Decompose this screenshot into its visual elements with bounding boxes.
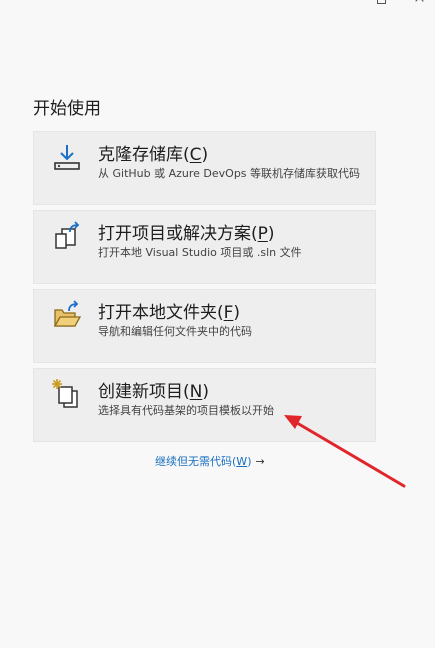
card-title: 创建新项目(N)	[98, 382, 209, 402]
card-title: 克隆存储库(C)	[98, 145, 209, 165]
card-description: 导航和编辑任何文件夹中的代码	[98, 325, 252, 338]
open-folder-icon	[52, 300, 82, 330]
continue-without-code-link[interactable]: 继续但无需代码(W) →	[155, 453, 265, 469]
open-folder-card[interactable]: 打开本地文件夹(F) 导航和编辑任何文件夹中的代码	[33, 289, 376, 363]
create-new-project-card[interactable]: 创建新项目(N) 选择具有代码基架的项目模板以开始	[33, 368, 376, 442]
card-title: 打开本地文件夹(F)	[98, 303, 241, 323]
window-controls	[375, 0, 427, 4]
clone-repository-card[interactable]: 克隆存储库(C) 从 GitHub 或 Azure DevOps 等联机存储库获…	[33, 131, 376, 205]
restore-icon[interactable]	[375, 0, 389, 4]
card-title: 打开项目或解决方案(P)	[98, 224, 275, 244]
new-project-icon	[52, 379, 82, 409]
arrow-right-icon: →	[255, 455, 265, 468]
card-description: 打开本地 Visual Studio 项目或 .sln 文件	[98, 246, 302, 259]
get-started-page: 开始使用 克隆存储库(C) 从 GitHub 或 Azure DevOps 等联…	[0, 0, 435, 648]
section-heading: 开始使用	[33, 99, 101, 119]
open-project-icon	[52, 221, 82, 251]
close-icon[interactable]	[413, 0, 427, 4]
card-description: 选择具有代码基架的项目模板以开始	[98, 404, 274, 417]
open-project-card[interactable]: 打开项目或解决方案(P) 打开本地 Visual Studio 项目或 .sln…	[33, 210, 376, 284]
card-description: 从 GitHub 或 Azure DevOps 等联机存储库获取代码	[98, 167, 361, 180]
clone-download-icon	[52, 142, 82, 172]
